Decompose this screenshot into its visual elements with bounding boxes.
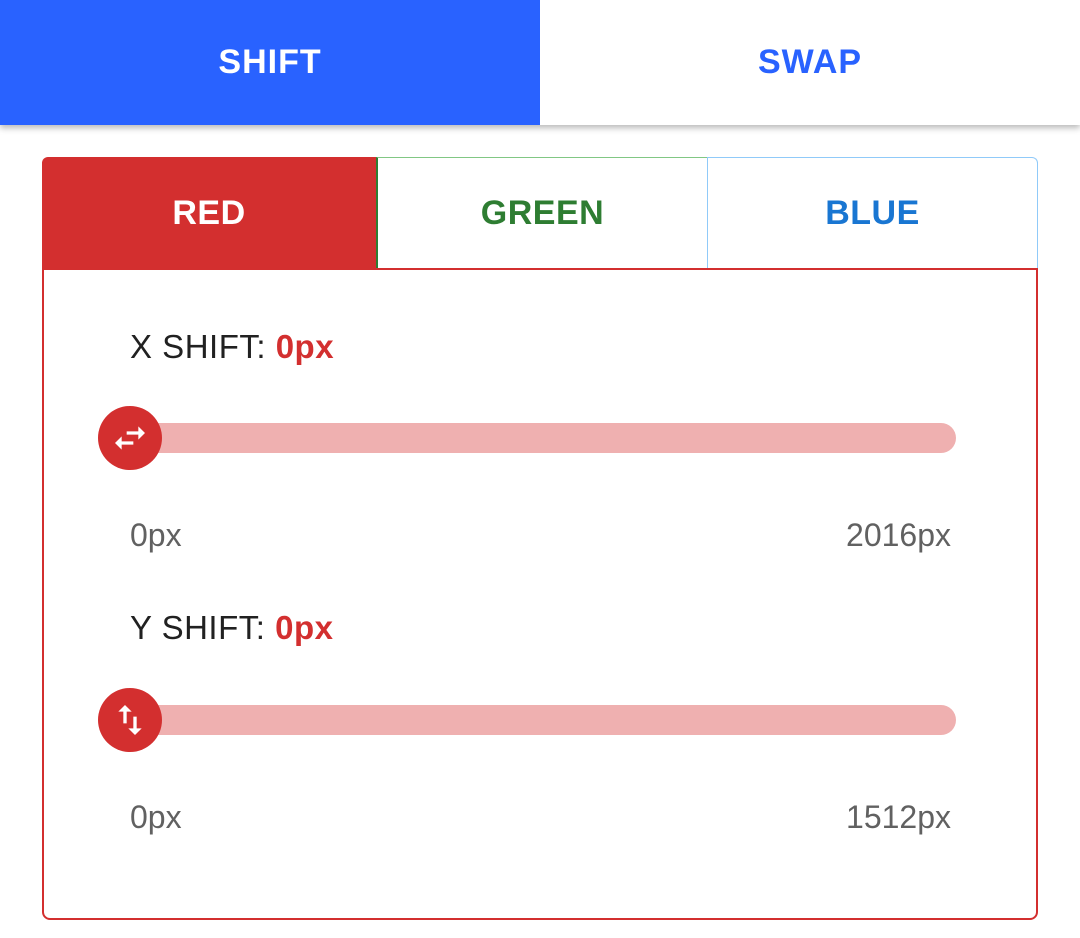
- swap-vertical-icon: [118, 705, 142, 735]
- y-shift-max-label: 1512px: [846, 799, 951, 835]
- tab-green-label: GREEN: [480, 194, 605, 232]
- channel-tab-bar: RED GREEN BLUE: [42, 157, 1038, 269]
- mode-tab-bar: SHIFT SWAP: [0, 0, 1080, 125]
- x-shift-thumb[interactable]: [98, 406, 162, 470]
- y-shift-value: 0px: [275, 609, 334, 646]
- x-shift-slider[interactable]: [98, 406, 956, 470]
- y-shift-label: Y SHIFT:: [130, 609, 266, 646]
- shift-controls: X SHIFT: 0px 0px 2016px Y SHIFT: 0px 0px…: [42, 268, 1038, 920]
- x-shift-label: X SHIFT:: [130, 328, 267, 365]
- y-shift-min-label: 0px: [130, 799, 182, 835]
- x-shift-track[interactable]: [130, 423, 956, 453]
- x-shift-heading: X SHIFT: 0px: [130, 328, 334, 366]
- x-shift-min-label: 0px: [130, 517, 182, 553]
- y-shift-track[interactable]: [130, 705, 956, 735]
- tab-swap-label: SWAP: [757, 43, 863, 81]
- y-shift-heading: Y SHIFT: 0px: [130, 609, 333, 647]
- tab-shift[interactable]: SHIFT: [0, 0, 540, 125]
- swap-horizontal-icon: [115, 426, 145, 450]
- y-shift-thumb[interactable]: [98, 688, 162, 752]
- tab-swap[interactable]: SWAP: [540, 0, 1080, 125]
- x-shift-max-label: 2016px: [846, 517, 951, 553]
- x-shift-value: 0px: [275, 328, 335, 365]
- tab-red-label: RED: [172, 193, 246, 232]
- tab-red[interactable]: RED: [42, 157, 376, 269]
- tab-blue-label: BLUE: [825, 194, 920, 232]
- tab-green[interactable]: GREEN: [376, 157, 707, 269]
- tab-shift-label: SHIFT: [218, 43, 322, 81]
- y-shift-slider[interactable]: [98, 688, 956, 752]
- channel-panel: RED GREEN BLUE X SHIFT: 0px 0px 2016px Y…: [42, 157, 1038, 920]
- tab-blue[interactable]: BLUE: [707, 157, 1038, 269]
